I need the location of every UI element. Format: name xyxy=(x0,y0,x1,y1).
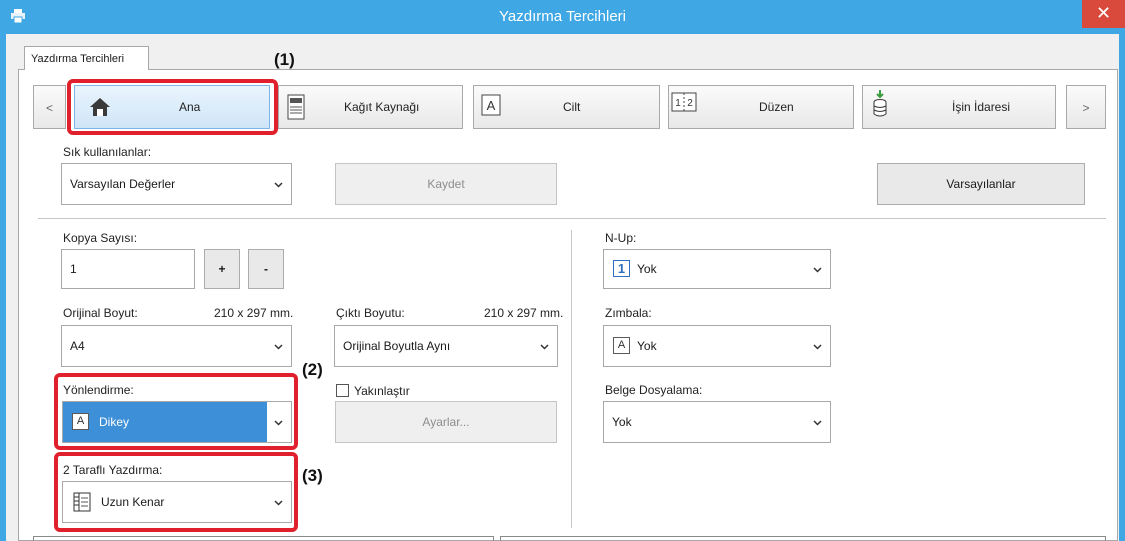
chevron-down-icon xyxy=(813,267,822,273)
output-size-dims: 210 x 297 mm. xyxy=(484,306,564,320)
chevron-down-icon xyxy=(813,420,822,426)
highlight-box-2 xyxy=(54,373,298,450)
chevron-down-icon xyxy=(540,344,549,350)
paper-tray-icon xyxy=(287,94,305,120)
staple-select[interactable]: A Yok xyxy=(603,325,831,367)
nup-select[interactable]: 1 Yok xyxy=(603,249,831,289)
nup-icon: 1 xyxy=(613,260,630,277)
copies-value: 1 xyxy=(70,262,77,276)
copies-label: Kopya Sayısı: xyxy=(63,231,138,245)
nav-tab-layout-label: Düzen xyxy=(759,100,794,114)
bottom-panel-right xyxy=(500,536,1106,541)
nav-tab-binding-label: Cilt xyxy=(563,100,581,114)
nav-tab-binding[interactable]: A Cilt xyxy=(473,85,660,129)
close-button[interactable]: ✕ xyxy=(1082,0,1125,28)
callout-2: (2) xyxy=(302,360,323,379)
copies-increment-button[interactable]: + xyxy=(204,249,240,289)
favorites-value: Varsayılan Değerler xyxy=(70,177,176,191)
column-divider xyxy=(571,230,572,528)
zoom-label: Yakınlaştır xyxy=(354,384,410,398)
chevron-down-icon xyxy=(274,182,283,188)
favorites-select[interactable]: Varsayılan Değerler xyxy=(61,163,292,205)
copies-input[interactable]: 1 xyxy=(61,249,195,289)
staple-label: Zımbala: xyxy=(605,306,652,320)
filing-label: Belge Dosyalama: xyxy=(605,383,703,397)
chevron-down-icon xyxy=(274,344,283,350)
highlight-box-3 xyxy=(54,452,298,532)
original-size-label: Orijinal Boyut: xyxy=(63,306,138,320)
output-size-select[interactable]: Orijinal Boyutla Aynı xyxy=(334,325,558,367)
bottom-panel-left xyxy=(33,536,494,541)
nav-prev-button[interactable]: < xyxy=(33,85,66,129)
tab-print-preferences[interactable]: Yazdırma Tercihleri xyxy=(24,46,149,70)
nav-tab-paper-source-label: Kağıt Kaynağı xyxy=(344,100,420,114)
nav-next-label: > xyxy=(1082,101,1090,115)
highlight-box-1 xyxy=(67,79,278,135)
window-title: Yazdırma Tercihleri xyxy=(499,8,626,25)
nav-tab-job-handling-label: İşin İdaresi xyxy=(952,100,1011,114)
callout-1: (1) xyxy=(274,50,295,69)
nup-label: N-Up: xyxy=(605,231,637,245)
staple-value: Yok xyxy=(637,339,657,353)
chevron-down-icon xyxy=(813,344,822,350)
nav-tab-job-handling[interactable]: İşin İdaresi xyxy=(862,85,1056,129)
output-size-label: Çıktı Boyutu: xyxy=(336,306,405,320)
layout-icon: 1 2 xyxy=(671,92,697,112)
filing-value: Yok xyxy=(612,415,632,429)
nav-prev-label: < xyxy=(45,101,53,115)
callout-3: (3) xyxy=(302,466,323,485)
defaults-button[interactable]: Varsayılanlar xyxy=(877,163,1085,205)
svg-text:A: A xyxy=(487,98,496,113)
job-management-icon xyxy=(873,90,887,117)
original-size-select[interactable]: A4 xyxy=(61,325,292,367)
zoom-settings-button[interactable]: Ayarlar... xyxy=(335,401,557,443)
binding-icon: A xyxy=(481,94,501,116)
nup-value: Yok xyxy=(637,262,657,276)
nav-tab-layout[interactable]: 1 2 Düzen xyxy=(668,85,854,129)
original-size-dims: 210 x 297 mm. xyxy=(214,306,294,320)
output-size-value: Orijinal Boyutla Aynı xyxy=(343,339,451,353)
zoom-checkbox[interactable] xyxy=(336,384,349,397)
staple-icon: A xyxy=(613,337,630,354)
copies-decrement-button[interactable]: - xyxy=(248,249,284,289)
section-divider xyxy=(38,218,1106,219)
nav-tab-paper-source[interactable]: Kağıt Kaynağı xyxy=(278,85,463,129)
filing-select[interactable]: Yok xyxy=(603,401,831,443)
save-favorites-button[interactable]: Kaydet xyxy=(335,163,557,205)
svg-text:2: 2 xyxy=(687,98,693,109)
favorites-label: Sık kullanılanlar: xyxy=(63,145,152,159)
original-size-value: A4 xyxy=(70,339,85,353)
nav-next-button[interactable]: > xyxy=(1066,85,1106,129)
svg-text:1: 1 xyxy=(675,98,681,109)
